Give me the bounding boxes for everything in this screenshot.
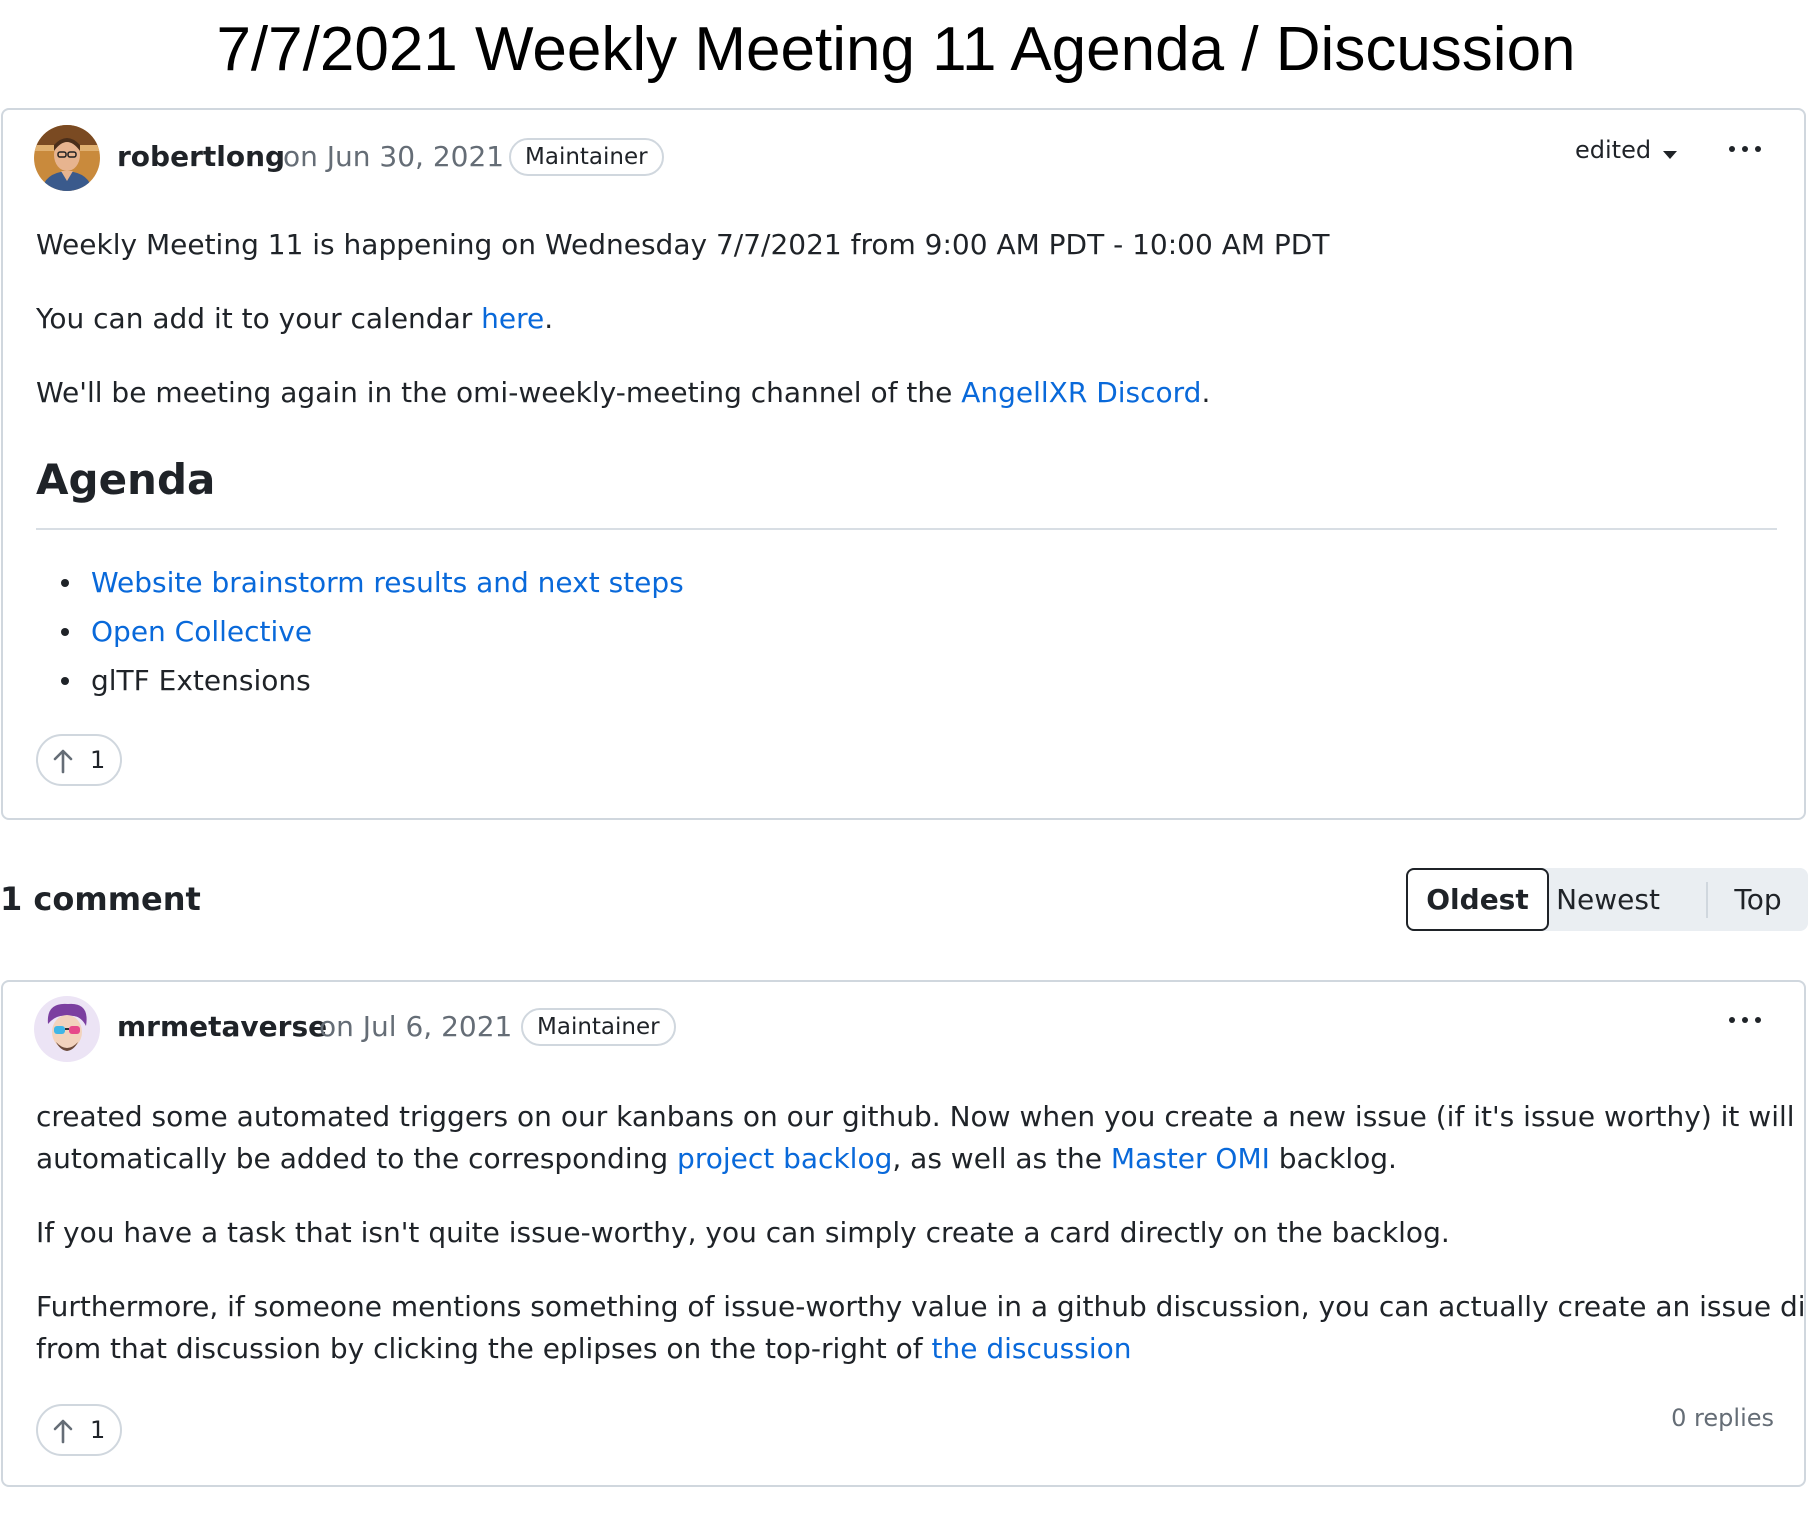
comment-text: , as well as the <box>892 1142 1111 1175</box>
arrow-up-icon <box>53 1419 73 1444</box>
project-backlog-link[interactable]: project backlog <box>677 1142 892 1175</box>
comment-paragraph-1-line-2: automatically be added to the correspond… <box>36 1138 1397 1180</box>
sort-top-button[interactable]: Top <box>1708 868 1808 931</box>
sort-oldest-button[interactable]: Oldest <box>1406 868 1549 931</box>
maintainer-badge: Maintainer <box>521 1008 676 1046</box>
comment-text: automatically be added to the correspond… <box>36 1142 678 1175</box>
calendar-text: You can add it to your calendar <box>36 302 482 335</box>
agenda-item: glTF Extensions <box>3 660 684 709</box>
agenda-link-open-collective[interactable]: Open Collective <box>91 615 312 648</box>
comment-text: from that discussion by clicking the epl… <box>36 1332 932 1365</box>
agenda-item: Open Collective <box>3 611 684 660</box>
post-paragraph-calendar: You can add it to your calendar here. <box>36 298 553 340</box>
calendar-link[interactable]: here <box>481 302 544 335</box>
post-paragraph-discord: We'll be meeting again in the omi-weekly… <box>36 372 1210 414</box>
comment-paragraph-2: If you have a task that isn't quite issu… <box>36 1216 1450 1249</box>
comment-date[interactable]: on Jul 6, 2021 <box>319 1010 512 1043</box>
agenda-text-gltf: glTF Extensions <box>91 664 311 697</box>
page-title: 7/7/2021 Weekly Meeting 11 Agenda / Disc… <box>216 15 1576 84</box>
comment-text: backlog. <box>1269 1142 1397 1175</box>
kebab-menu-icon[interactable] <box>1725 1013 1765 1027</box>
agenda-heading: Agenda <box>36 455 216 504</box>
edited-dropdown[interactable]: edited <box>1575 136 1651 164</box>
maintainer-badge: Maintainer <box>509 138 664 176</box>
comments-count: 1 comment <box>0 880 201 918</box>
comment-paragraph-3-line-2: from that discussion by clicking the epl… <box>36 1328 1132 1370</box>
caret-down-icon[interactable] <box>1663 151 1677 159</box>
post-upvote-count: 1 <box>90 746 106 774</box>
discord-link[interactable]: AngellXR Discord <box>961 376 1201 409</box>
arrow-up-icon <box>53 749 73 774</box>
bullet-icon <box>61 579 69 587</box>
kebab-menu-icon[interactable] <box>1725 142 1765 156</box>
post-paragraph-schedule: Weekly Meeting 11 is happening on Wednes… <box>36 228 1330 261</box>
calendar-suffix: . <box>544 302 554 335</box>
agenda-divider <box>36 528 1777 530</box>
agenda-link-website[interactable]: Website brainstorm results and next step… <box>91 566 684 599</box>
bullet-icon <box>61 628 69 636</box>
bullet-icon <box>61 677 69 685</box>
sort-newest-button[interactable]: Newest <box>1551 868 1665 931</box>
avatar-robertlong[interactable] <box>34 125 100 191</box>
comment: mrmetaverse on Jul 6, 2021 Maintainer cr… <box>1 980 1808 1487</box>
comment-author-link[interactable]: mrmetaverse <box>117 1010 327 1043</box>
post-author-link[interactable]: robertlong <box>117 140 285 173</box>
discord-suffix: . <box>1201 376 1211 409</box>
comment-upvote-button[interactable]: 1 <box>36 1404 122 1456</box>
avatar-mrmetaverse[interactable] <box>34 996 100 1062</box>
comment-paragraph-3-line-1: Furthermore, if someone mentions somethi… <box>36 1290 1808 1323</box>
discussion-link[interactable]: the discussion <box>932 1332 1132 1365</box>
master-omi-link[interactable]: Master OMI <box>1111 1142 1270 1175</box>
discord-text: We'll be meeting again in the omi-weekly… <box>36 376 962 409</box>
comment-upvote-count: 1 <box>90 1416 106 1444</box>
discussion-post: robertlong on Jun 30, 2021 Maintainer ed… <box>1 108 1806 820</box>
comment-sort-toggle: Oldest Newest Top <box>1406 868 1808 931</box>
post-upvote-button[interactable]: 1 <box>36 734 122 786</box>
agenda-item: Website brainstorm results and next step… <box>3 562 684 611</box>
replies-count[interactable]: 0 replies <box>1671 1404 1774 1432</box>
agenda-list: Website brainstorm results and next step… <box>3 562 684 709</box>
comment-paragraph-1-line-1: created some automated triggers on our k… <box>36 1100 1795 1133</box>
post-date[interactable]: on Jun 30, 2021 <box>283 140 504 173</box>
